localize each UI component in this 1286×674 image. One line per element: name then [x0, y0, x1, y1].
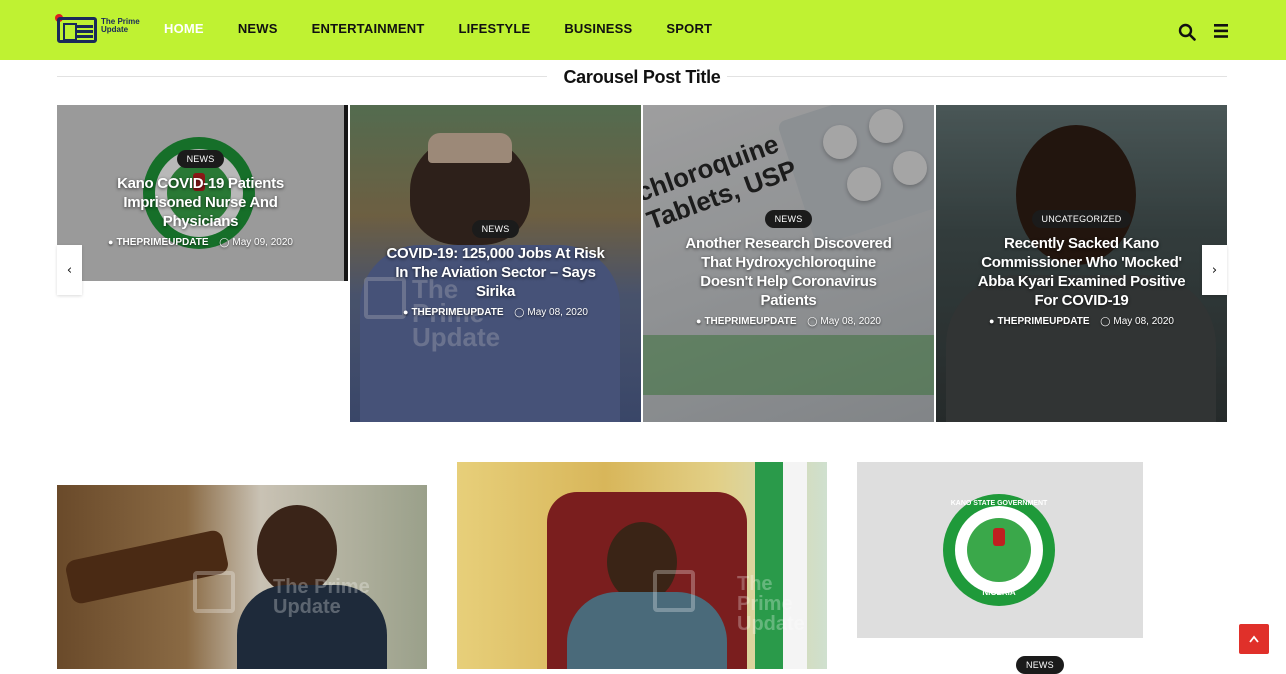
post-date: May 08, 2020: [527, 307, 588, 318]
carousel-slide[interactable]: NEWS Kano COVID-19 Patients Imprisoned N…: [57, 105, 344, 281]
section-header: Carousel Post Title: [57, 64, 1227, 90]
post-meta: ● THEPRIMEUPDATE ◯ May 09, 2020: [57, 237, 344, 248]
carousel-slide[interactable]: UNCATEGORIZED Recently Sacked Kano Commi…: [936, 105, 1227, 422]
category-badge[interactable]: NEWS: [176, 150, 225, 168]
post-date: May 09, 2020: [232, 237, 293, 248]
post-date: May 08, 2020: [820, 316, 881, 327]
nav-item-business[interactable]: BUSINESS: [564, 21, 632, 36]
post-card-image[interactable]: The Prime Update: [457, 462, 827, 669]
site-logo[interactable]: The Prime Update: [55, 14, 140, 46]
post-title[interactable]: Kano COVID-19 Patients Imprisoned Nurse …: [91, 174, 311, 231]
search-icon[interactable]: [1178, 23, 1196, 41]
post-title[interactable]: Another Research Discovered That Hydroxy…: [679, 234, 899, 310]
post-author[interactable]: THEPRIMEUPDATE: [411, 307, 503, 318]
site-header: The Prime Update HOME NEWS ENTERTAINMENT…: [0, 0, 1286, 60]
clock-icon: ◯: [514, 307, 525, 317]
category-badge[interactable]: NEWS: [764, 210, 813, 228]
person-body: [567, 592, 727, 669]
category-badge[interactable]: NEWS: [471, 220, 520, 238]
section-title: Carousel Post Title: [563, 67, 721, 87]
post-author[interactable]: THEPRIMEUPDATE: [997, 316, 1089, 327]
post-title[interactable]: Recently Sacked Kano Commissioner Who 'M…: [972, 234, 1192, 310]
slide-divider: [344, 105, 348, 281]
nav-item-entertainment[interactable]: ENTERTAINMENT: [312, 21, 425, 36]
seal-top-text: KANO STATE GOVERNMENT: [950, 500, 1048, 507]
logo-text: The Prime Update: [101, 17, 140, 34]
user-icon: ●: [108, 237, 114, 247]
carousel-slide[interactable]: The Prime Update NEWS COVID-19: 125,000 …: [350, 105, 641, 422]
post-author[interactable]: THEPRIMEUPDATE: [704, 316, 796, 327]
post-card-image[interactable]: The Prime Update: [57, 485, 427, 669]
carousel-prev-button[interactable]: ‹: [57, 245, 82, 295]
post-title[interactable]: COVID-19: 125,000 Jobs At Risk In The Av…: [386, 244, 606, 301]
post-meta: ● THEPRIMEUPDATE ◯ May 08, 2020: [643, 316, 934, 327]
watermark: The Prime Update: [273, 576, 370, 618]
category-badge[interactable]: UNCATEGORIZED: [1031, 210, 1132, 228]
user-icon: ●: [696, 316, 702, 326]
clock-icon: ◯: [219, 237, 230, 247]
category-badge[interactable]: NEWS: [1016, 656, 1064, 674]
clock-icon: ◯: [807, 316, 818, 326]
nav-item-news[interactable]: NEWS: [238, 21, 278, 36]
nav-item-home[interactable]: HOME: [164, 21, 204, 36]
post-author[interactable]: THEPRIMEUPDATE: [116, 237, 208, 248]
menu-icon[interactable]: [1212, 24, 1228, 38]
post-date: May 08, 2020: [1113, 316, 1174, 327]
nav-item-sport[interactable]: SPORT: [666, 21, 712, 36]
main-nav: HOME NEWS ENTERTAINMENT LIFESTYLE BUSINE…: [164, 21, 746, 36]
flag: [783, 462, 807, 669]
user-icon: ●: [403, 307, 409, 317]
user-icon: ●: [989, 316, 995, 326]
clock-icon: ◯: [1100, 316, 1111, 326]
chevron-up-icon: [1249, 635, 1259, 643]
post-meta: ● THEPRIMEUPDATE ◯ May 08, 2020: [936, 316, 1227, 327]
flag: [755, 462, 783, 669]
post-card-image[interactable]: KANO STATE GOVERNMENT NIGERIA: [857, 462, 1143, 638]
carousel-slide[interactable]: chloroquine Tablets, USP NEWS Another Re…: [643, 105, 934, 422]
logo-mark-icon: [57, 17, 97, 43]
post-carousel: NEWS Kano COVID-19 Patients Imprisoned N…: [57, 105, 1227, 422]
post-meta: ● THEPRIMEUPDATE ◯ May 08, 2020: [350, 307, 641, 318]
back-to-top-button[interactable]: [1239, 624, 1269, 654]
nav-item-lifestyle[interactable]: LIFESTYLE: [458, 21, 530, 36]
watermark: The Prime Update: [737, 573, 805, 635]
seal-bottom-text: NIGERIA: [982, 588, 1016, 597]
carousel-next-button[interactable]: ›: [1202, 245, 1227, 295]
